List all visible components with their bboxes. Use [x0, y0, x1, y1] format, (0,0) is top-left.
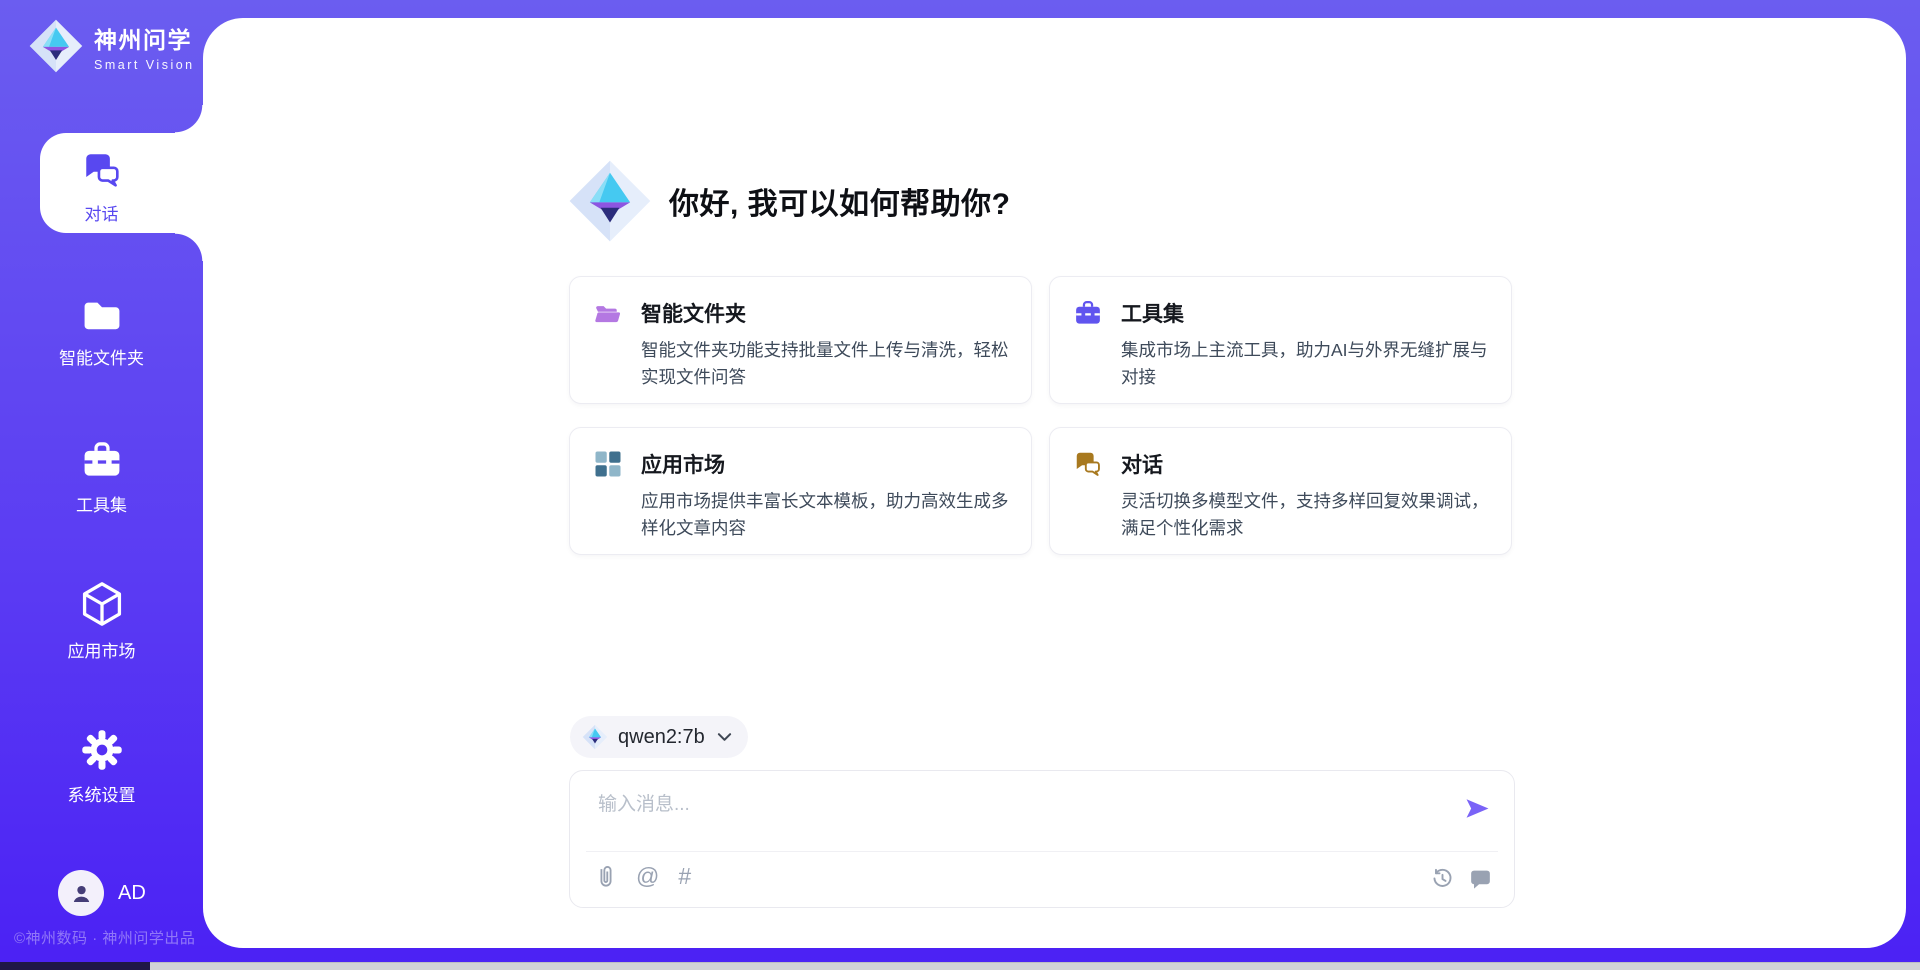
active-tab-fillet-bottom — [175, 233, 203, 261]
user-name: AD — [118, 882, 146, 905]
sidebar: 神州问学 Smart Vision 对话 智能文件夹 工具集 应用市场 系统设置 — [0, 0, 203, 970]
folder-open-icon — [593, 298, 623, 328]
sidebar-item-label: 对话 — [85, 200, 119, 225]
active-tab-fillet-top — [175, 105, 203, 133]
sidebar-item-label: 智能文件夹 — [59, 344, 144, 369]
avatar — [58, 870, 104, 916]
toolbox-icon — [1073, 298, 1103, 328]
sidebar-item-toolset[interactable]: 工具集 — [0, 438, 203, 516]
chevron-down-icon — [717, 732, 732, 742]
send-icon[interactable] — [1462, 793, 1492, 823]
hash-icon[interactable]: # — [678, 865, 691, 888]
sidebar-item-app-market[interactable]: 应用市场 — [0, 580, 203, 662]
gear-icon — [80, 728, 124, 772]
mention-icon[interactable]: @ — [636, 865, 659, 888]
person-icon — [68, 880, 95, 907]
user-profile[interactable]: AD — [58, 870, 146, 916]
toolbox-icon — [80, 438, 124, 482]
card-description: 集成市场上主流工具，助力AI与外界无缝扩展与对接 — [1121, 337, 1493, 391]
card-description: 应用市场提供丰富长文本模板，助力高效生成多样化文章内容 — [641, 488, 1013, 542]
card-title: 对话 — [1121, 449, 1163, 479]
brand-subtitle: Smart Vision — [94, 58, 195, 72]
greeting-row: 你好, 我可以如何帮助你? — [567, 158, 1011, 244]
scrollbar-corner — [0, 962, 150, 970]
card-app-market[interactable]: 应用市场 应用市场提供丰富长文本模板，助力高效生成多样化文章内容 — [569, 427, 1032, 555]
sidebar-item-chat[interactable]: 对话 — [0, 149, 203, 225]
chat-icon — [81, 149, 123, 191]
card-description: 智能文件夹功能支持批量文件上传与清洗，轻松实现文件问答 — [641, 337, 1013, 391]
card-title: 工具集 — [1121, 298, 1184, 328]
composer-actions — [1431, 867, 1492, 890]
model-logo-icon — [582, 724, 608, 750]
app-logo-icon — [567, 158, 653, 244]
card-chat[interactable]: 对话 灵活切换多模型文件，支持多样回复效果调试，满足个性化需求 — [1049, 427, 1512, 555]
shortcut-cards: 智能文件夹 智能文件夹功能支持批量文件上传与清洗，轻松实现文件问答 工具集 集成… — [569, 276, 1512, 555]
sidebar-item-label: 系统设置 — [68, 781, 136, 806]
cube-icon — [80, 580, 124, 628]
folder-icon — [80, 296, 124, 335]
model-name: qwen2:7b — [618, 726, 705, 749]
card-smart-folder[interactable]: 智能文件夹 智能文件夹功能支持批量文件上传与清洗，轻松实现文件问答 — [569, 276, 1032, 404]
sidebar-item-settings[interactable]: 系统设置 — [0, 728, 203, 806]
card-toolset[interactable]: 工具集 集成市场上主流工具，助力AI与外界无缝扩展与对接 — [1049, 276, 1512, 404]
model-selector[interactable]: qwen2:7b — [570, 716, 748, 758]
card-title: 应用市场 — [641, 449, 725, 479]
composer-tools: @ # — [595, 863, 691, 890]
message-input[interactable] — [596, 787, 1420, 823]
sidebar-item-label: 工具集 — [76, 491, 127, 516]
app-grid-icon — [593, 449, 623, 479]
sidebar-item-label: 应用市场 — [68, 637, 136, 662]
brand: 神州问学 Smart Vision — [28, 18, 195, 74]
message-composer: @ # — [569, 770, 1515, 908]
card-description: 灵活切换多模型文件，支持多样回复效果调试，满足个性化需求 — [1121, 488, 1493, 542]
composer-divider — [586, 851, 1498, 852]
copyright-footer: ©神州数码 · 神州问学出品 — [14, 927, 195, 948]
sidebar-item-smart-folder[interactable]: 智能文件夹 — [0, 296, 203, 369]
app-page: 你好, 我可以如何帮助你? 智能文件夹 智能文件夹功能支持批量文件上传与清洗，轻… — [0, 0, 1920, 970]
chat-icon — [1073, 449, 1103, 479]
brand-title: 神州问学 — [94, 21, 195, 55]
greeting-text: 你好, 我可以如何帮助你? — [669, 179, 1011, 223]
diamond-logo-icon — [28, 18, 84, 74]
paperclip-icon[interactable] — [595, 863, 617, 890]
main-panel: 你好, 我可以如何帮助你? 智能文件夹 智能文件夹功能支持批量文件上传与清洗，轻… — [203, 18, 1906, 948]
quick-message-icon[interactable] — [1469, 867, 1492, 890]
history-icon[interactable] — [1431, 867, 1454, 890]
card-title: 智能文件夹 — [641, 298, 746, 328]
horizontal-scrollbar[interactable] — [0, 962, 1920, 970]
